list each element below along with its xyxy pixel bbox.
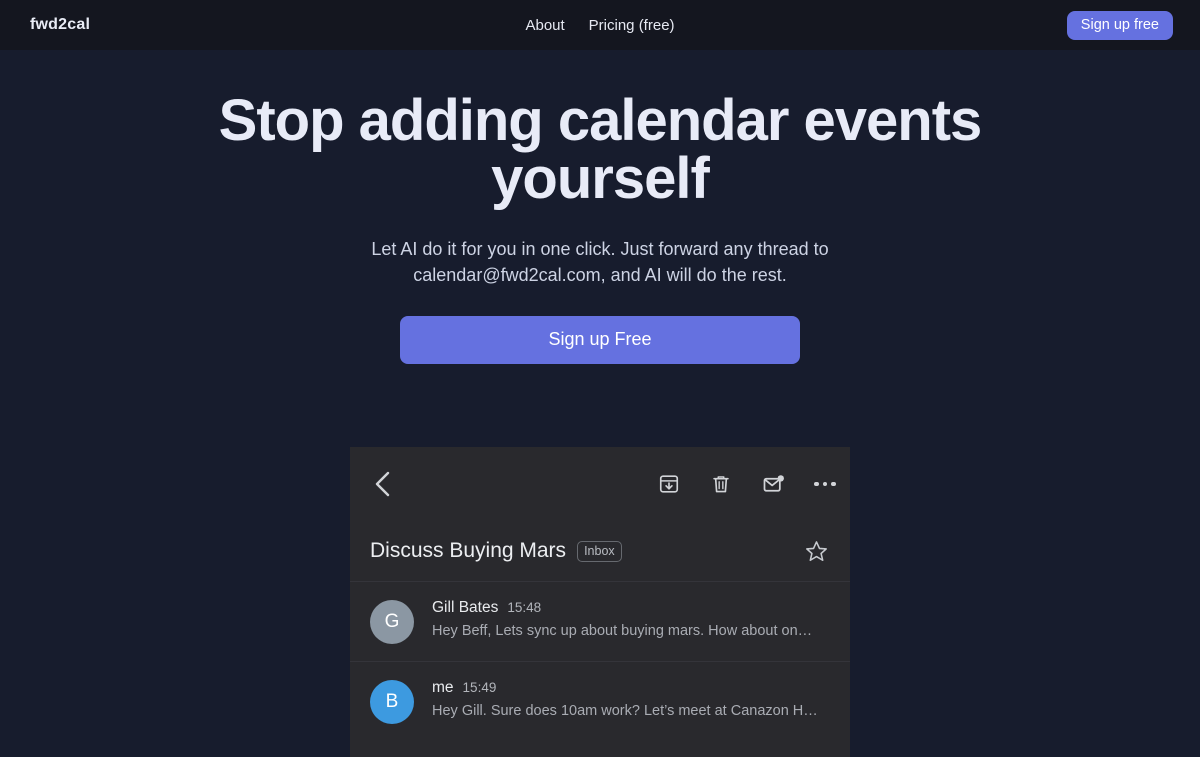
email-mockup-card: Discuss Buying Mars Inbox G Gill Bates 1… [350, 447, 850, 757]
nav-link-pricing[interactable]: Pricing (free) [589, 17, 675, 34]
table-row[interactable]: B me 15:49 Hey Gill. Sure does 10am work… [350, 661, 850, 741]
message-header: me 15:49 [432, 679, 830, 697]
page-title: Stop adding calendar events yourself [218, 88, 983, 211]
message-sender: me [432, 679, 454, 696]
message-time: 15:48 [507, 600, 542, 615]
message-header: Gill Bates 15:48 [432, 599, 830, 617]
email-subject: Discuss Buying Mars [370, 539, 567, 562]
more-dots [814, 481, 836, 487]
hero-section: Stop adding calendar events yourself Let… [0, 50, 1200, 365]
message-time: 15:49 [462, 680, 497, 695]
trash-icon[interactable] [708, 471, 734, 497]
hero-signup-button[interactable]: Sign up Free [400, 316, 800, 365]
archive-icon[interactable] [656, 471, 682, 497]
message-snippet: Hey Beff, Lets sync up about buying mars… [432, 623, 813, 639]
back-arrow-icon[interactable] [367, 469, 397, 499]
avatar: G [370, 600, 414, 644]
message-snippet: Hey Gill. Sure does 10am work? Let’s mee… [432, 703, 818, 719]
more-options-icon[interactable] [812, 471, 838, 497]
email-subject-row: Discuss Buying Mars Inbox [350, 521, 850, 581]
hero-subtitle: Let AI do it for you in one click. Just … [371, 239, 829, 286]
nav-link-about[interactable]: About [525, 17, 564, 34]
toolbar-actions [656, 471, 838, 497]
message-sender: Gill Bates [432, 599, 499, 616]
star-outline-icon[interactable] [802, 537, 830, 565]
email-toolbar [350, 447, 850, 521]
top-navbar: fwd2cal About Pricing (free) Sign up fre… [0, 0, 1200, 50]
nav-signup-button[interactable]: Sign up free [1066, 10, 1173, 40]
table-row[interactable]: G Gill Bates 15:48 Hey Beff, Lets sync u… [350, 581, 850, 661]
message-body: Gill Bates 15:48 Hey Beff, Lets sync up … [432, 598, 830, 639]
brand-logo[interactable]: fwd2cal [30, 16, 90, 34]
avatar: B [370, 680, 414, 724]
nav-links: About Pricing (free) [525, 17, 674, 34]
mark-unread-icon[interactable] [760, 471, 786, 497]
message-body: me 15:49 Hey Gill. Sure does 10am work? … [432, 678, 830, 719]
inbox-label-badge: Inbox [577, 540, 622, 562]
